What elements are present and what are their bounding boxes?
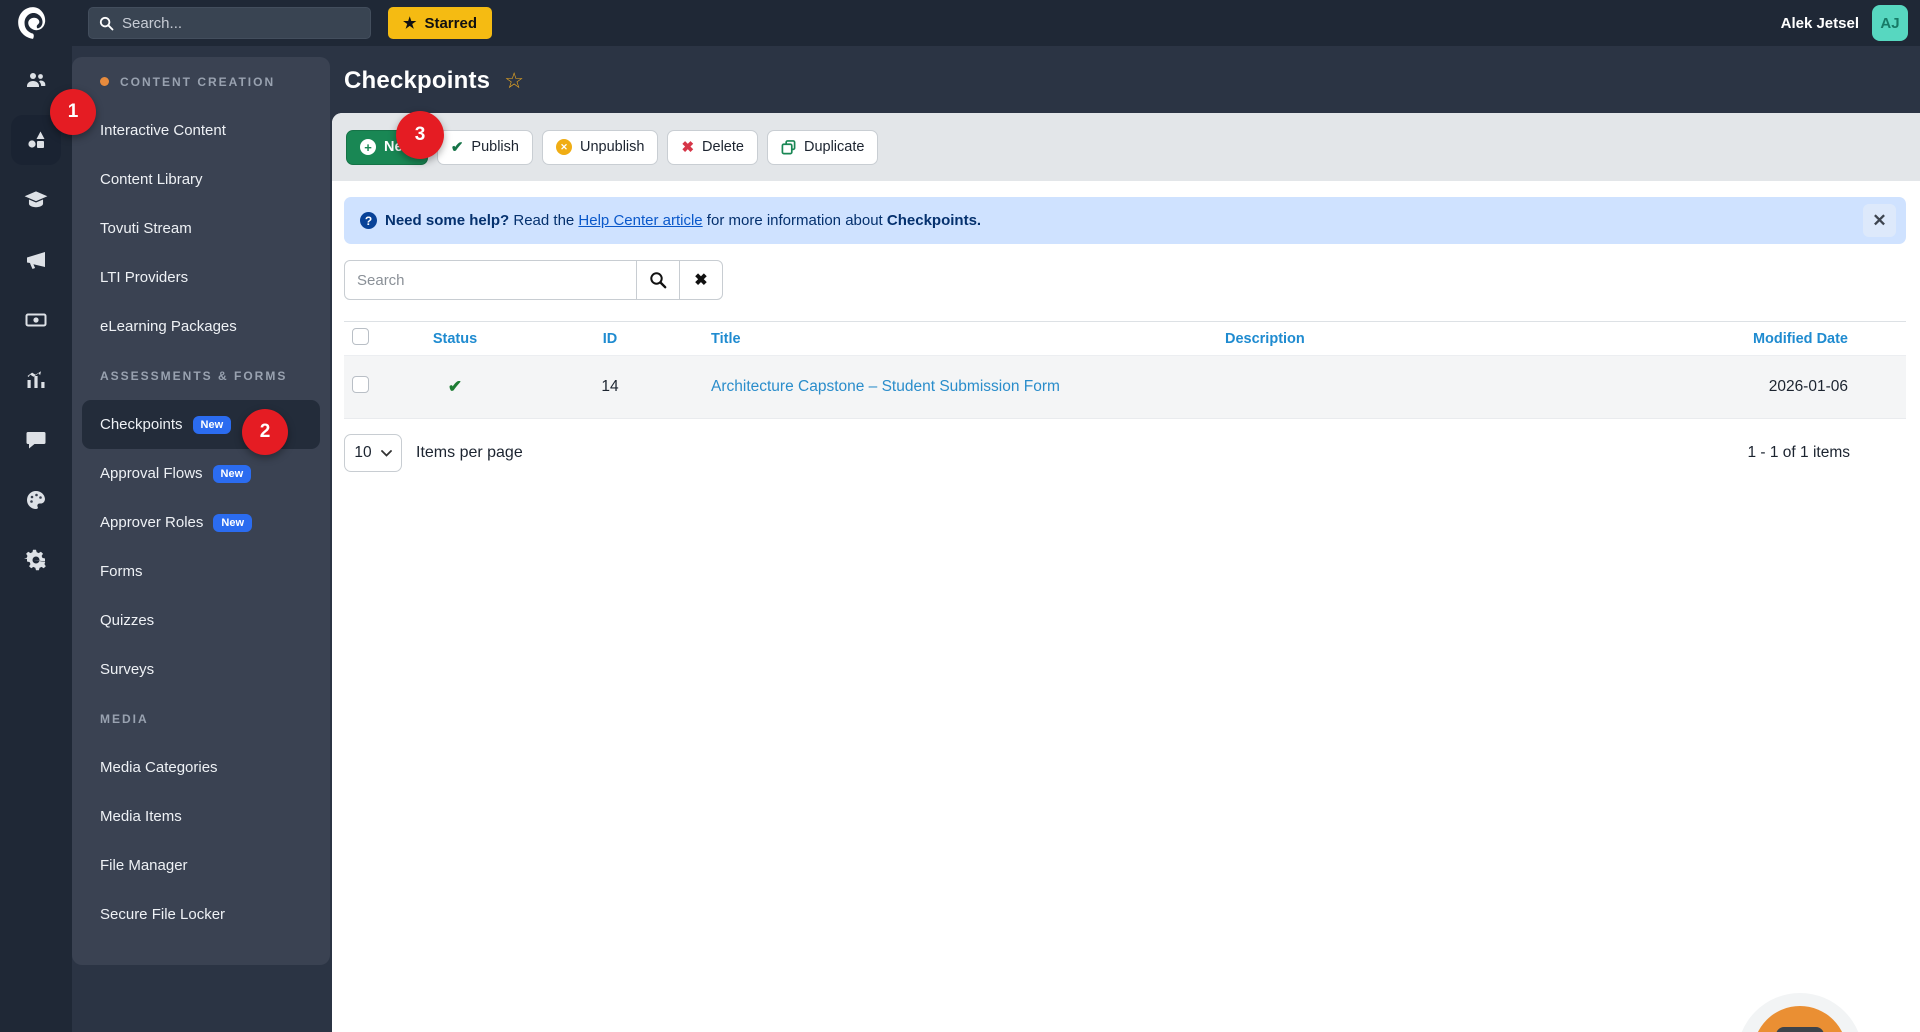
list-search-input[interactable] [344, 260, 637, 300]
search-icon [99, 16, 114, 30]
list-filter: ✖ [344, 260, 1906, 300]
question-circle-icon: ? [360, 212, 377, 229]
orange-dot-icon [100, 77, 109, 86]
users-icon [27, 73, 46, 87]
pagination-range: 1 - 1 of 1 items [1747, 444, 1850, 461]
rail-item-learning[interactable] [6, 170, 66, 230]
published-check-icon: ✔ [447, 377, 463, 396]
favorite-star-icon[interactable]: ☆ [504, 70, 524, 92]
sidebar: CONTENT CREATION Interactive Content Con… [72, 57, 330, 965]
search-clear-button[interactable]: ✖ [679, 260, 723, 300]
rail-item-reports[interactable] [6, 350, 66, 410]
duplicate-button[interactable]: Duplicate [766, 129, 879, 165]
items-per-page-label: Items per page [416, 444, 523, 461]
avatar[interactable]: AJ [1872, 5, 1908, 41]
starred-label: Starred [424, 14, 477, 32]
banner-bold-tail: Checkpoints. [886, 212, 982, 229]
sidebar-item-secure-file-locker[interactable]: Secure File Locker [72, 890, 330, 939]
toolbar: + New ✔ Publish ✕ Unpublish ✖ Delete Dup… [332, 113, 1920, 181]
sidebar-item-quizzes[interactable]: Quizzes [72, 596, 330, 645]
sidebar-item-approval-flows[interactable]: Approval Flows New [72, 449, 330, 498]
graduation-cap-icon [24, 191, 48, 208]
annotation-badge-3: 3 [396, 111, 444, 159]
sidebar-section-assessments-forms: ASSESSMENTS & FORMS [100, 368, 288, 383]
rail-item-announcements[interactable] [6, 230, 66, 290]
rail-item-branding[interactable] [6, 470, 66, 530]
sidebar-section-content-creation: CONTENT CREATION [72, 57, 330, 106]
annotation-badge-2: 2 [242, 409, 288, 455]
palette-icon [26, 491, 45, 509]
new-badge: New [192, 415, 232, 434]
table-row: ✔ 14 Architecture Capstone – Student Sub… [344, 355, 1906, 419]
row-description [1217, 356, 1737, 419]
gear-icon [24, 549, 46, 571]
chat-bubble-icon [1776, 1027, 1824, 1032]
sidebar-item-forms[interactable]: Forms [72, 547, 330, 596]
chat-icon [26, 432, 46, 449]
column-header-status[interactable]: Status [390, 322, 520, 356]
global-search-input[interactable] [122, 14, 360, 32]
media-card-icon [25, 313, 47, 327]
icon-rail [0, 46, 72, 1032]
sidebar-item-file-manager[interactable]: File Manager [72, 841, 330, 890]
chevron-down-icon [380, 449, 392, 457]
sidebar-item-content-library[interactable]: Content Library [72, 155, 330, 204]
content-card: + New ✔ Publish ✕ Unpublish ✖ Delete Dup… [332, 113, 1920, 1032]
check-icon: ✔ [450, 139, 464, 156]
x-circle-icon: ✕ [555, 139, 572, 155]
row-title-link[interactable]: Architecture Capstone – Student Submissi… [711, 378, 1060, 395]
row-modified-date: 2026-01-06 [1768, 378, 1848, 395]
checkpoints-table: Status ID Title Description Modified Dat… [344, 321, 1906, 419]
annotation-badge-1: 1 [50, 89, 96, 135]
content-shapes-icon [28, 131, 45, 148]
new-badge: New [212, 464, 252, 483]
row-id: 14 [601, 378, 619, 395]
sidebar-item-interactive-content[interactable]: Interactive Content [72, 106, 330, 155]
sidebar-section-media: MEDIA [100, 711, 149, 726]
sidebar-item-surveys[interactable]: Surveys [72, 645, 330, 694]
items-per-page-select[interactable]: 10 [344, 434, 402, 472]
delete-button[interactable]: ✖ Delete [667, 129, 758, 165]
rail-item-messages[interactable] [6, 410, 66, 470]
rail-item-media[interactable] [6, 290, 66, 350]
publish-button[interactable]: ✔ Publish [436, 129, 533, 165]
user-name[interactable]: Alek Jetsel [1781, 15, 1859, 32]
select-all-checkbox[interactable] [352, 328, 369, 345]
sidebar-item-lti-providers[interactable]: LTI Providers [72, 253, 330, 302]
sidebar-item-approver-roles[interactable]: Approver Roles New [72, 498, 330, 547]
column-header-modified-date[interactable]: Modified Date [1737, 322, 1906, 356]
sidebar-item-elearning-packages[interactable]: eLearning Packages [72, 302, 330, 351]
column-header-title[interactable]: Title [700, 322, 1217, 356]
unpublish-button[interactable]: ✕ Unpublish [541, 129, 659, 165]
help-center-link[interactable]: Help Center article [578, 212, 702, 229]
help-banner: ? Need some help? Read the Help Center a… [344, 197, 1906, 244]
search-submit-button[interactable] [636, 260, 680, 300]
table-header-row: Status ID Title Description Modified Dat… [344, 321, 1906, 356]
page-title: Checkpoints [344, 67, 491, 94]
rail-item-settings[interactable] [6, 530, 66, 590]
global-search [88, 7, 371, 39]
column-header-description[interactable]: Description [1217, 322, 1737, 356]
column-header-id[interactable]: ID [520, 322, 700, 356]
banner-close-button[interactable]: ✕ [1863, 204, 1896, 237]
tovuti-logo[interactable] [15, 5, 51, 41]
pagination: 10 Items per page 1 - 1 of 1 items [344, 434, 1906, 472]
sidebar-item-media-categories[interactable]: Media Categories [72, 743, 330, 792]
starred-button[interactable]: ★ Starred [388, 7, 492, 39]
top-navbar: ★ Starred Alek Jetsel AJ [0, 0, 1920, 46]
megaphone-icon [27, 252, 45, 269]
row-checkbox[interactable] [352, 376, 369, 393]
copy-icon [781, 139, 796, 154]
new-badge: New [213, 513, 253, 532]
plus-circle-icon: + [360, 139, 376, 155]
search-icon [650, 272, 667, 289]
delete-x-icon: ✖ [681, 139, 695, 156]
clear-x-icon: ✖ [694, 272, 708, 289]
banner-bold-lead: Need some help? [385, 212, 510, 229]
star-icon: ★ [403, 15, 417, 32]
chart-icon [27, 371, 45, 388]
sidebar-item-tovuti-stream[interactable]: Tovuti Stream [72, 204, 330, 253]
sidebar-item-media-items[interactable]: Media Items [72, 792, 330, 841]
close-icon: ✕ [1872, 210, 1887, 230]
